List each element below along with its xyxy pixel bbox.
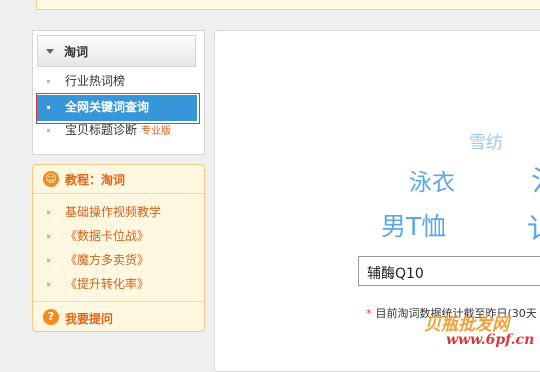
pro-edition-tag: 专业版 — [141, 126, 172, 137]
tutorial-link-rubiks-cube[interactable]: 《魔方多卖货》 — [33, 248, 204, 272]
bullet-icon — [47, 211, 50, 214]
tutorial-link-video[interactable]: 基础操作视频教学 — [33, 200, 204, 224]
search-input-value: 辅酶Q10 — [367, 266, 424, 282]
required-star: * — [366, 307, 372, 320]
cloud-word-partial[interactable]: 讠 — [527, 207, 540, 247]
tutorial-link-conversion[interactable]: 《提升转化率》 — [33, 272, 204, 296]
bullet-icon — [47, 235, 50, 238]
cloud-word[interactable]: 雪纺 — [469, 128, 503, 153]
ask-question-link[interactable]: ? 我要提问 — [33, 301, 204, 332]
bullet-icon — [47, 259, 50, 262]
ask-question-label: 我要提问 — [65, 312, 114, 326]
caret-down-icon — [46, 49, 54, 54]
top-notice-bar — [36, 0, 540, 10]
tutorial-header: ☺ 教程：淘词 — [33, 165, 204, 194]
bullet-icon — [47, 80, 50, 83]
user-icon: ☺ — [43, 171, 59, 187]
tutorial-panel: ☺ 教程：淘词 基础操作视频教学 《数据卡位战》 《魔方多卖货》 《提升转化率》… — [32, 164, 205, 332]
bullet-icon — [47, 283, 50, 286]
tutorial-link-data-positioning[interactable]: 《数据卡位战》 — [33, 224, 204, 248]
sidebar-header[interactable]: 淘词 — [37, 35, 196, 67]
selection-highlight-box — [36, 93, 200, 124]
sidebar-item-label: 宝贝标题诊断 — [65, 123, 138, 137]
watermark-url: www.6pf.cn — [446, 332, 535, 348]
question-icon: ? — [43, 309, 59, 325]
sidebar-title: 淘词 — [64, 45, 89, 59]
cloud-word[interactable]: 泳衣 — [409, 163, 455, 197]
tutorial-title: 教程：淘词 — [65, 173, 126, 187]
cloud-word[interactable]: 男T恤 — [381, 207, 446, 243]
cloud-word-partial[interactable]: 氵 — [531, 159, 540, 199]
keyword-search-input[interactable]: 辅酶Q10 — [358, 256, 540, 286]
bullet-icon — [47, 129, 50, 132]
sidebar-item-industry-hot-words[interactable]: 行业热词榜 — [33, 69, 204, 93]
